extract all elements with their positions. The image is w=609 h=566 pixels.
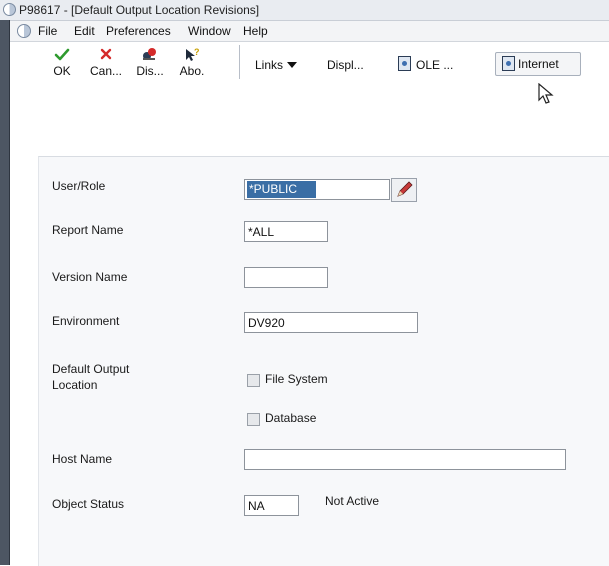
display-button[interactable]: Dis... (128, 42, 172, 82)
default-output-location-label-line1: Default Output (52, 362, 130, 376)
menu-help[interactable]: Help (243, 24, 268, 38)
ok-label: OK (53, 64, 71, 78)
default-output-location-label-line2: Location (52, 378, 98, 392)
file-system-checkbox[interactable] (247, 374, 260, 387)
menu-edit[interactable]: Edit (74, 24, 95, 38)
report-name-field[interactable] (244, 221, 328, 242)
internet-button[interactable]: Internet (495, 52, 581, 76)
environment-field[interactable] (244, 312, 418, 333)
links-menu[interactable]: Links (255, 58, 298, 72)
menu-app-icon[interactable] (17, 24, 31, 38)
display-label: Dis... (136, 64, 164, 78)
toolbar: OK Can... Dis... ? Abo. Links Displ... O… (10, 42, 609, 122)
database-checkbox[interactable] (247, 413, 260, 426)
app-icon (3, 3, 16, 16)
display-icon (140, 47, 160, 62)
menu-preferences[interactable]: Preferences (106, 24, 171, 38)
database-label: Database (265, 411, 317, 425)
user-role-label: User/Role (52, 179, 106, 193)
display-menu[interactable]: Displ... (327, 58, 364, 72)
object-status-description: Not Active (325, 494, 380, 508)
object-status-label: Object Status (52, 497, 125, 511)
left-frame-edge (0, 20, 10, 565)
user-role-value: *PUBLIC (247, 181, 316, 198)
version-name-label: Version Name (52, 270, 128, 284)
about-icon: ? (182, 47, 202, 62)
environment-label: Environment (52, 314, 120, 328)
mouse-cursor-icon (538, 83, 554, 104)
version-name-field[interactable] (244, 267, 328, 288)
window-title: P98617 - [Default Output Location Revisi… (19, 3, 260, 17)
ok-button[interactable]: OK (40, 42, 84, 82)
svg-text:?: ? (194, 47, 200, 57)
host-name-field[interactable] (244, 449, 566, 470)
menu-bar: File Edit Preferences Window Help (10, 21, 609, 42)
menu-file[interactable]: File (38, 24, 57, 38)
title-bar: P98617 - [Default Output Location Revisi… (0, 0, 609, 21)
document-icon (398, 56, 411, 71)
host-name-label: Host Name (52, 452, 113, 466)
user-role-lookup-button[interactable] (391, 178, 417, 202)
object-status-field[interactable] (244, 495, 299, 516)
toolbar-separator (239, 45, 240, 79)
about-button[interactable]: ? Abo. (170, 42, 214, 82)
report-name-label: Report Name (52, 223, 124, 237)
links-label: Links (255, 58, 284, 72)
cancel-label: Can... (89, 64, 122, 78)
cancel-x-icon (96, 47, 116, 62)
ole-button[interactable]: OLE ... (416, 58, 453, 72)
cancel-button[interactable]: Can... (84, 42, 128, 82)
checkmark-icon (52, 47, 72, 62)
lookup-pencil-icon (397, 181, 413, 197)
menu-window[interactable]: Window (188, 24, 231, 38)
document-icon (502, 56, 515, 71)
about-label: Abo. (179, 64, 205, 78)
dropdown-triangle-icon (287, 62, 298, 68)
internet-label: Internet (518, 57, 559, 71)
file-system-label: File System (265, 372, 328, 386)
